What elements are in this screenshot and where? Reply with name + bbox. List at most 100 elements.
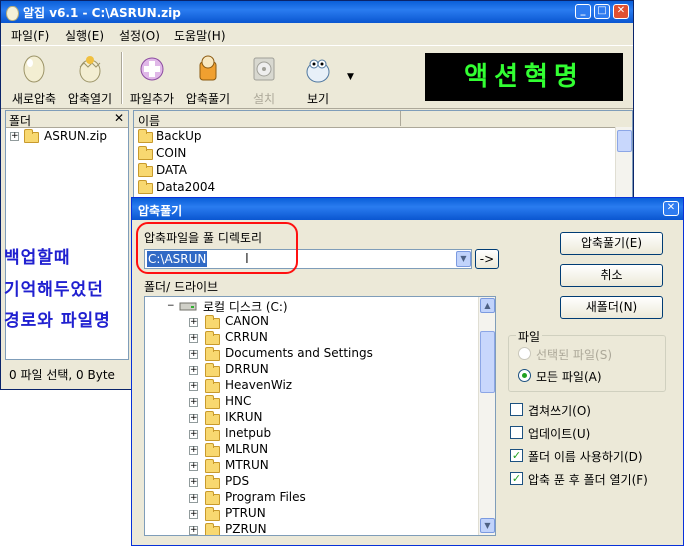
title-bar[interactable]: 알집 v6.1 - C:\ASRUN.zip _ □ ✕	[1, 1, 633, 23]
radio-unchecked-icon	[518, 347, 531, 360]
dialog-title-bar[interactable]: 압축풀기 ✕	[132, 198, 683, 220]
expand-icon[interactable]: +	[189, 478, 198, 487]
menu-file[interactable]: 파일(F)	[11, 27, 49, 44]
expand-icon[interactable]: +	[10, 132, 19, 141]
folder-icon	[205, 507, 220, 521]
update-checkbox[interactable]: 업데이트(U)	[510, 425, 670, 441]
open-folder-after-checkbox[interactable]: ✓ 압축 푼 후 폴더 열기(F)	[510, 471, 680, 487]
open-archive-button[interactable]: 압축열기	[61, 48, 119, 108]
alzip-app-icon	[6, 6, 19, 21]
add-file-label: 파일추가	[129, 92, 175, 106]
tree-folder-label: MTRUN	[225, 458, 269, 472]
folder-icon	[205, 347, 220, 361]
folder-icon	[205, 379, 220, 393]
file-list-header: 이름	[134, 111, 632, 128]
add-file-icon	[140, 57, 164, 81]
dialog-close-button[interactable]: ✕	[663, 201, 679, 216]
expand-icon[interactable]: +	[189, 430, 198, 439]
open-folder-after-label: 압축 푼 후 폴더 열기(F)	[528, 473, 648, 487]
scroll-up-icon[interactable]: ▲	[480, 298, 495, 313]
selected-files-label: 선택된 파일(S)	[536, 348, 612, 362]
install-label: 설치	[252, 92, 276, 106]
file-list-scrollbar[interactable]	[615, 127, 632, 199]
tree-folder-label: Inetpub	[225, 426, 272, 440]
cancel-button[interactable]: 취소	[560, 264, 663, 287]
expand-icon[interactable]: +	[189, 318, 198, 327]
dialog-title: 압축풀기	[138, 204, 183, 218]
tree-folder-label: PTRUN	[225, 506, 266, 520]
tree-item[interactable]: + ASRUN.zip	[8, 129, 126, 146]
extract-confirm-button[interactable]: 압축풀기(E)	[560, 232, 663, 255]
expand-icon[interactable]: +	[189, 446, 198, 455]
toolbar-overflow-icon[interactable]: ▼	[347, 72, 354, 82]
folder-icon	[138, 146, 153, 160]
status-bar: 0 파일 선택, 0 Byte	[1, 363, 131, 385]
file-list-pane: 이름 BackUp COIN DATA Data2004	[133, 110, 633, 200]
tree-folder-label: PDS	[225, 474, 250, 488]
drive-tree-scrollbar[interactable]: ▲ ▼	[478, 297, 495, 535]
selected-files-radio: 선택된 파일(S)	[518, 346, 658, 362]
expand-icon[interactable]: +	[189, 366, 198, 375]
all-files-radio[interactable]: 모든 파일(A)	[518, 368, 658, 384]
maximize-button[interactable]: □	[594, 4, 610, 19]
menu-help[interactable]: 도움말(H)	[174, 27, 226, 44]
checkbox-icon[interactable]	[510, 403, 523, 416]
scrollbar-thumb[interactable]	[617, 130, 632, 152]
name-column-header[interactable]: 이름	[134, 111, 401, 128]
folder-icon	[138, 129, 153, 143]
new-folder-button[interactable]: 새폴더(N)	[560, 296, 663, 319]
expand-icon[interactable]: +	[189, 382, 198, 391]
annotation-highlight	[136, 222, 298, 274]
checkbox-checked-icon[interactable]: ✓	[510, 449, 523, 462]
extract-button[interactable]: 압축풀기	[179, 48, 237, 108]
checkbox-checked-icon[interactable]: ✓	[510, 472, 523, 485]
folder-icon	[205, 315, 220, 329]
expand-icon[interactable]: +	[189, 510, 198, 519]
tree-folder-label: Program Files	[225, 490, 306, 504]
install-disc-icon	[253, 57, 275, 81]
expand-icon[interactable]: +	[189, 526, 198, 535]
expand-icon[interactable]: +	[189, 462, 198, 471]
minimize-button[interactable]: _	[575, 4, 591, 19]
annotation-line-1: 백업할때	[4, 248, 71, 268]
close-button[interactable]: ✕	[613, 4, 629, 19]
folder-icon	[205, 491, 220, 505]
expand-icon[interactable]: +	[189, 398, 198, 407]
expand-icon[interactable]: +	[189, 414, 198, 423]
folder-drive-label: 폴더/ 드라이브	[144, 280, 219, 294]
folder-tree-header-label: 폴더	[9, 114, 32, 128]
new-archive-button[interactable]: 새로압축	[5, 48, 63, 108]
folder-icon	[205, 331, 220, 345]
close-pane-icon[interactable]: ✕	[114, 111, 124, 125]
folder-icon	[205, 427, 220, 441]
overwrite-checkbox[interactable]: 겹쳐쓰기(O)	[510, 402, 670, 418]
use-folder-name-checkbox[interactable]: ✓ 폴더 이름 사용하기(D)	[510, 448, 678, 464]
menu-settings[interactable]: 설정(O)	[119, 27, 160, 44]
view-button[interactable]: 보기	[289, 48, 347, 108]
list-item-label: Data2004	[156, 180, 216, 194]
collapse-icon[interactable]: −	[167, 301, 175, 311]
expand-icon[interactable]: +	[189, 494, 198, 503]
go-path-button[interactable]: ->	[475, 249, 499, 269]
folder-icon	[205, 443, 220, 457]
chevron-down-icon[interactable]: ▼	[456, 251, 471, 267]
expand-icon[interactable]: +	[189, 350, 198, 359]
scrollbar-thumb[interactable]	[480, 331, 495, 393]
window-title: 알집 v6.1 - C:\ASRUN.zip	[23, 6, 181, 20]
drive-root-label: 로컬 디스크 (C:)	[203, 300, 288, 314]
folder-icon	[205, 363, 220, 377]
tree-folder-label: IKRUN	[225, 410, 263, 424]
radio-checked-icon[interactable]	[518, 369, 531, 382]
expand-icon[interactable]: +	[189, 334, 198, 343]
new-archive-label: 새로압축	[11, 92, 57, 106]
checkbox-icon[interactable]	[510, 426, 523, 439]
folder-icon	[24, 129, 39, 143]
list-item-label: DATA	[156, 163, 187, 177]
scroll-down-icon[interactable]: ▼	[480, 518, 495, 533]
tree-folder-label: PZRUN	[225, 522, 267, 536]
name-column-label: 이름	[138, 114, 161, 128]
add-file-button[interactable]: 파일추가	[123, 48, 181, 108]
menu-run[interactable]: 실행(E)	[65, 27, 104, 44]
folder-icon	[205, 523, 220, 535]
tree-folder-label: HNC	[225, 394, 252, 408]
